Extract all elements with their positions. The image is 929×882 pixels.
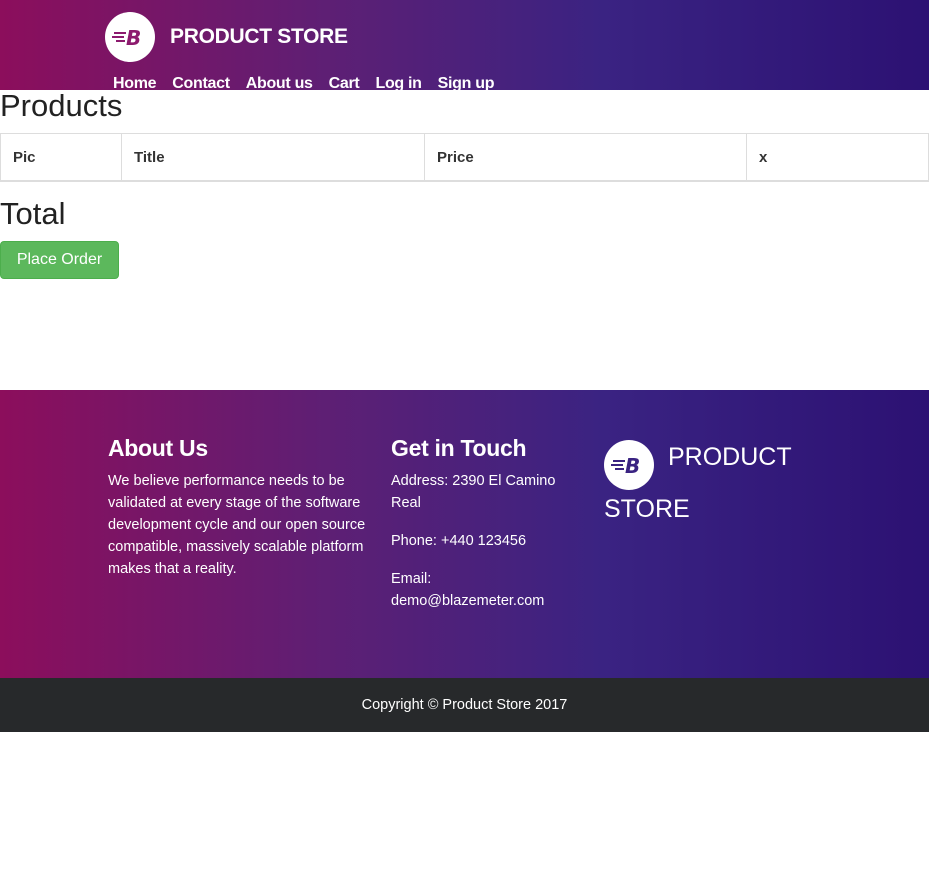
about-text: We believe performance needs to be valid… [108, 473, 366, 577]
navbar-brand[interactable]: B PRODUCT STORE [105, 12, 348, 62]
column-pic: Pic [0, 133, 122, 182]
nav-cart[interactable]: Cart [329, 75, 360, 90]
svg-text:B: B [625, 454, 640, 477]
footer-about: About Us We believe performance needs to… [108, 435, 370, 580]
footer: About Us We believe performance needs to… [0, 390, 929, 678]
email-text: Email: demo@blazemeter.com [391, 571, 545, 609]
phone-text: Phone: +440 123456 [391, 533, 527, 549]
place-order-button[interactable]: Place Order [0, 241, 119, 279]
nav-sign-up[interactable]: Sign up [438, 75, 495, 90]
copyright-text: Copyright © Product Store 2017 [361, 697, 568, 713]
nav-log-in[interactable]: Log in [375, 75, 421, 90]
footer-logo-icon: B [604, 440, 654, 490]
cart-table: Pic Title Price x [0, 133, 929, 182]
logo-icon: B [105, 12, 155, 62]
column-title: Title [121, 133, 425, 182]
footer-brand: B PRODUCT STORE [604, 438, 824, 529]
copyright-bar: Copyright © Product Store 2017 [0, 678, 929, 732]
brand-name: PRODUCT STORE [170, 25, 348, 48]
column-price: Price [424, 133, 747, 182]
contact-heading: Get in Touch [391, 435, 527, 461]
total-heading: Total [0, 196, 66, 231]
about-heading: About Us [108, 435, 208, 461]
svg-text:B: B [126, 26, 141, 49]
address-text: Address: 2390 El Camino Real [391, 473, 556, 511]
nav-contact[interactable]: Contact [172, 75, 230, 90]
navbar: B PRODUCT STORE Home Contact About us Ca… [0, 0, 929, 90]
column-delete: x [746, 133, 929, 182]
footer-contact: Get in Touch Address: 2390 El Camino Rea… [391, 435, 571, 628]
products-heading: Products [0, 88, 123, 123]
table-header-row: Pic Title Price x [0, 133, 929, 182]
nav-menu: Home Contact About us Cart Log in Sign u… [113, 75, 495, 90]
nav-about-us[interactable]: About us [246, 75, 313, 90]
